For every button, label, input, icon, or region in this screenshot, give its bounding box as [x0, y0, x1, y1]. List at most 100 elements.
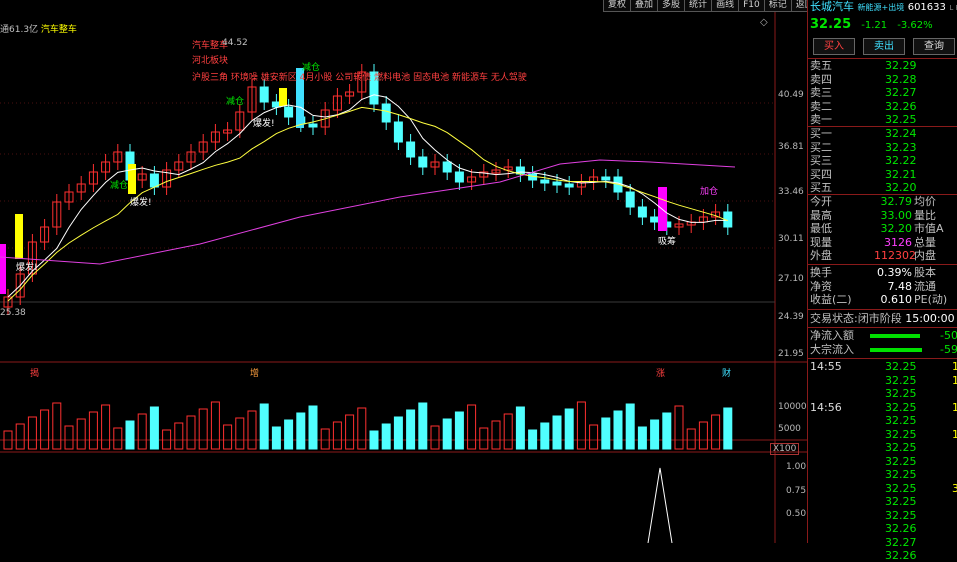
volume-bar: [625, 403, 635, 450]
ask-row: 卖四 32.28: [810, 72, 917, 86]
query-button[interactable]: 查询: [913, 38, 955, 55]
toolbar-fuquan-button[interactable]: 复权: [603, 0, 631, 12]
volume-bar: [149, 406, 159, 450]
price-axis-label: 30.11: [778, 234, 804, 244]
volume-bar: [662, 412, 672, 450]
kline-chart-area[interactable]: 通61.3亿 汽车整车 ◇ 40.49 36.81 33.46 30.11 27.10 2…: [0, 12, 807, 543]
volume-bar: [454, 411, 464, 450]
net-inflow-bar: [870, 334, 920, 338]
toolbar-overlay-button[interactable]: 叠加: [630, 0, 658, 12]
candle-body: [601, 176, 611, 181]
volume-bar: [88, 411, 98, 450]
volume-bar: [223, 424, 233, 450]
volume-bar: [528, 429, 538, 450]
volume-bar: [259, 403, 269, 450]
ma5-line: [7, 94, 728, 298]
buy-button[interactable]: 买入: [813, 38, 855, 55]
toolbar-mark-button[interactable]: 标记: [763, 0, 791, 12]
candle-body: [308, 123, 318, 128]
toolbar: 复权 叠加 多股 统计 画线 F10 标记 返回: [603, 0, 818, 12]
candle-body: [637, 206, 647, 218]
sell-button[interactable]: 卖出: [863, 38, 905, 55]
signal-boom-3: 爆发!: [16, 263, 38, 273]
low-price-label: 25.38: [0, 308, 26, 318]
volume-bar: [40, 409, 50, 450]
volume-bar: [442, 418, 452, 450]
signal-reduce-3: 减仓: [110, 181, 129, 191]
volume-bar: [235, 417, 245, 450]
volume-bar: [723, 407, 733, 450]
candle-body: [650, 216, 660, 223]
volume-bar: [308, 405, 318, 450]
volume-bar: [345, 414, 355, 450]
volume-bar: [101, 404, 111, 450]
ask-row: 卖三 32.27: [810, 86, 917, 99]
volume-bar: [515, 406, 525, 450]
volume-bar: [650, 419, 660, 450]
stats-row: 最高 33.00 量比: [810, 208, 936, 222]
volume-bar: [357, 407, 367, 450]
toolbar-stats-button[interactable]: 统计: [684, 0, 712, 12]
volume-bar: [503, 413, 513, 450]
candle-body: [552, 181, 562, 186]
indicator-spike: [647, 467, 673, 543]
price-axis-label: 21.95: [778, 349, 804, 359]
volume-bar: [174, 422, 184, 450]
volume-bar: [698, 421, 708, 450]
signal-concept-2: 河北板块: [192, 56, 229, 66]
volume-axis-label: 10000: [778, 402, 807, 412]
signal-boom-1: 爆发!: [253, 119, 275, 129]
volume-bar: [674, 405, 684, 450]
stats2-row: 净资 7.48 流通: [810, 279, 936, 293]
volume-bar: [613, 410, 623, 450]
toolbar-multi-stock-button[interactable]: 多股: [657, 0, 685, 12]
toolbar-f10-button[interactable]: F10: [738, 0, 764, 12]
price-axis-label: 36.81: [778, 142, 804, 152]
volume-bar: [467, 404, 477, 450]
volume-bar: [210, 401, 220, 450]
candle-body: [564, 183, 574, 188]
bid-row: 买五 32.20: [810, 181, 917, 194]
candle-body: [418, 156, 428, 168]
ask-row: 卖五 32.29: [810, 59, 917, 72]
stats2-row: 收益(二) 0.610 PE(动): [810, 293, 948, 306]
volume-bar: [711, 414, 721, 450]
price-axis-label: 27.10: [778, 274, 804, 284]
signal-bar-magenta: [0, 244, 6, 294]
volume-bar: [381, 423, 391, 450]
signal-buy: 吸筹: [658, 237, 677, 247]
candle-body: [454, 171, 464, 183]
kline-svg: [0, 12, 807, 543]
price-axis-label: 24.39: [778, 312, 804, 322]
price-axis-label: 40.49: [778, 90, 804, 100]
block-inflow-row: 大宗流入 -59: [810, 343, 957, 356]
signal-bar-yellow: [15, 214, 23, 259]
volume-bar: [418, 402, 428, 450]
toolbar-draw-line-button[interactable]: 画线: [711, 0, 739, 12]
volume-bar: [406, 409, 416, 450]
volume-bar: [393, 416, 403, 450]
last-price: 32.25: [810, 17, 852, 32]
ma10-line: [7, 106, 728, 302]
bottom-marker-3: 涨: [656, 369, 666, 379]
volume-bar: [637, 426, 647, 450]
volume-bar: [479, 427, 489, 450]
indicator-axis-label: 0.75: [786, 486, 807, 496]
volume-bar: [320, 428, 330, 450]
volume-bar: [576, 401, 586, 450]
volume-bar: [52, 402, 62, 450]
ask-row: 卖二 32.26: [810, 99, 917, 113]
volume-bar: [137, 413, 147, 450]
volume-bar: [27, 416, 37, 450]
volume-bar: [601, 417, 611, 450]
signal-concept-row: 沪股三角 环境噪 雄安新区 4月小股 公司转债 燃料电池 固态电池 新能源车 无…: [192, 73, 527, 83]
candle-body: [540, 179, 550, 184]
volume-bar: [564, 408, 574, 450]
volume-bar: [15, 423, 25, 450]
bottom-marker-1: 揭: [30, 369, 40, 379]
bid-row: 买三 32.22: [810, 154, 917, 167]
volume-bar: [430, 425, 440, 450]
candle-body: [393, 121, 403, 143]
stats-row: 现量 3126 总量: [810, 235, 936, 249]
block-inflow-bar: [870, 348, 922, 352]
